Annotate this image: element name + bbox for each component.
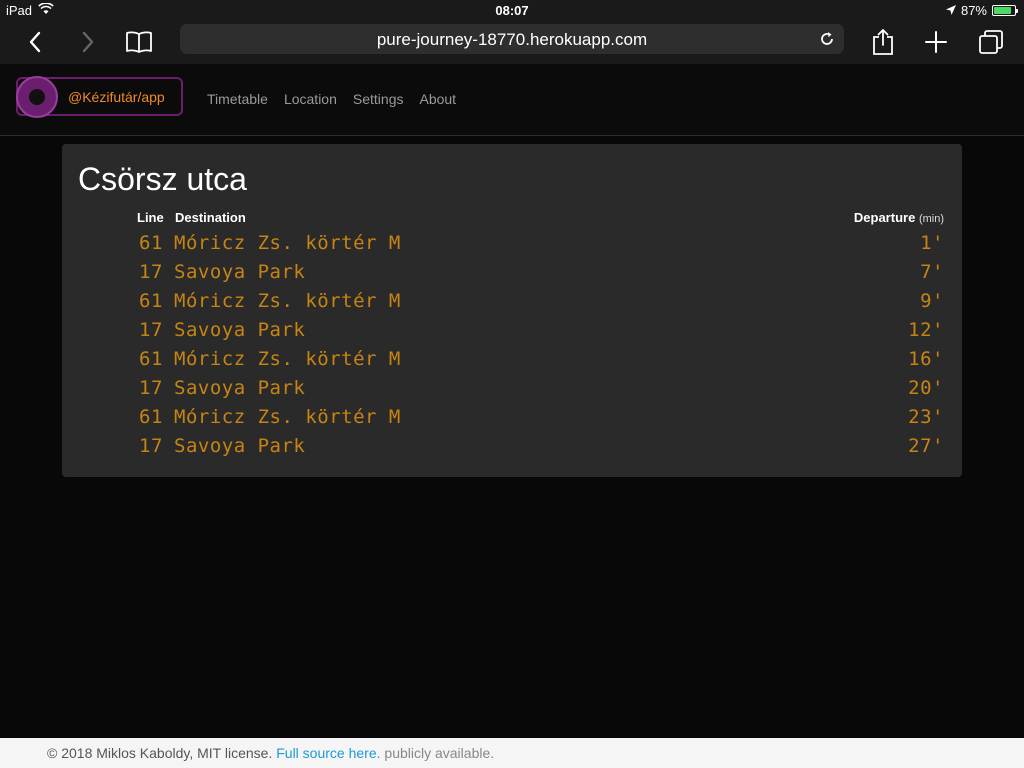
departure-time: 27' (908, 435, 944, 457)
line-number: 17 (139, 261, 163, 283)
destination: Móricz Zs. körtér M (174, 348, 401, 370)
brand-button[interactable]: @Kézifutár/app (16, 76, 183, 118)
brand-logo-icon (16, 76, 58, 118)
column-header-line: Line (137, 210, 164, 225)
tabs-icon[interactable] (973, 24, 1009, 60)
destination: Savoya Park (174, 435, 306, 457)
line-number: 61 (139, 406, 163, 428)
address-bar[interactable]: pure-journey-18770.herokuapp.com (180, 24, 844, 54)
nav-links: Timetable Location Settings About (207, 91, 456, 107)
column-header-departure: Departure (min) (854, 210, 944, 225)
brand-label: @Kézifutár/app (68, 89, 165, 105)
table-row: 17 Savoya Park 27' (62, 432, 962, 461)
browser-toolbar: pure-journey-18770.herokuapp.com (0, 20, 1024, 64)
departure-header-label: Departure (853, 210, 916, 225)
line-number: 61 (139, 232, 163, 254)
table-row: 61 Móricz Zs. körtér M 9' (62, 287, 962, 316)
table-row: 17 Savoya Park 7' (62, 258, 962, 287)
destination: Savoya Park (174, 319, 306, 341)
nav-link-location[interactable]: Location (284, 91, 337, 107)
table-row: 61 Móricz Zs. körtér M 1' (62, 229, 962, 258)
destination: Móricz Zs. körtér M (174, 232, 401, 254)
forward-icon[interactable] (70, 24, 106, 60)
new-tab-icon[interactable] (918, 24, 954, 60)
column-header-destination: Destination (175, 210, 246, 225)
clock: 08:07 (495, 3, 529, 18)
stop-title: Csörsz utca (78, 161, 247, 197)
line-number: 17 (139, 319, 163, 341)
nav-link-timetable[interactable]: Timetable (207, 91, 268, 107)
departure-header-unit: (min) (918, 213, 944, 225)
line-number: 17 (139, 377, 163, 399)
battery-percent: 87% (960, 3, 987, 18)
table-row: 61 Móricz Zs. körtér M 16' (62, 345, 962, 374)
nav-link-about[interactable]: About (419, 91, 456, 107)
destination: Móricz Zs. körtér M (174, 406, 401, 428)
table-row: 17 Savoya Park 20' (62, 374, 962, 403)
back-icon[interactable] (17, 24, 53, 60)
line-number: 61 (139, 290, 163, 312)
line-number: 17 (139, 435, 163, 457)
status-bar: iPad 08:07 87% (0, 0, 1024, 20)
departure-time: 12' (908, 319, 944, 341)
departure-time: 7' (920, 261, 944, 283)
site-navbar: @Kézifutár/app Timetable Location Settin… (0, 64, 1024, 136)
source-link[interactable]: Full source here. (276, 745, 380, 761)
timetable-panel: Csörsz utca Line Destination Departure (… (62, 144, 962, 477)
departure-time: 1' (920, 232, 944, 254)
nav-link-settings[interactable]: Settings (353, 91, 404, 107)
table-row: 61 Móricz Zs. körtér M 23' (62, 403, 962, 432)
destination: Savoya Park (174, 377, 306, 399)
battery-icon (992, 5, 1018, 16)
departure-time: 23' (908, 406, 944, 428)
destination: Savoya Park (174, 261, 306, 283)
reload-icon[interactable] (816, 28, 838, 50)
bookmarks-icon[interactable] (121, 24, 157, 60)
line-number: 61 (139, 348, 163, 370)
footer: © 2018 Miklos Kaboldy, MIT license. Full… (0, 738, 1024, 768)
footer-suffix: publicly available. (384, 745, 495, 761)
url-text: pure-journey-18770.herokuapp.com (376, 30, 648, 49)
location-icon (945, 3, 956, 18)
departure-time: 9' (920, 290, 944, 312)
departure-list: 61 Móricz Zs. körtér M 1' 17 Savoya Park… (62, 229, 962, 461)
table-row: 17 Savoya Park 12' (62, 316, 962, 345)
destination: Móricz Zs. körtér M (174, 290, 401, 312)
footer-copyright: © 2018 Miklos Kaboldy, MIT license. (47, 745, 273, 761)
share-icon[interactable] (865, 24, 901, 60)
departure-time: 20' (908, 377, 944, 399)
departure-time: 16' (908, 348, 944, 370)
